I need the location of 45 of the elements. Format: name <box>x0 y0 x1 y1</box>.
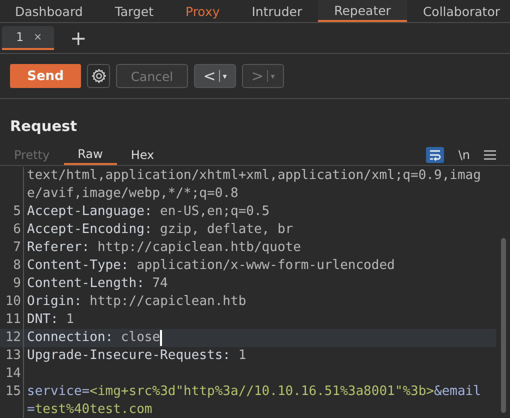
line-number: 15 <box>5 384 21 399</box>
settings-icon <box>90 68 106 84</box>
line-number: 11 <box>5 312 21 327</box>
back-button[interactable]: < ▾ <box>194 64 236 88</box>
view-tab[interactable]: Hex <box>116 145 168 165</box>
nav-tab[interactable]: Target <box>98 0 170 22</box>
line-number: 8 <box>13 258 21 273</box>
line-number: 7 <box>13 240 21 255</box>
line-number: 6 <box>13 222 21 237</box>
code-line: =test%40test.com <box>27 402 152 418</box>
nav-tab[interactable]: Intruder <box>236 0 318 22</box>
line-number: 9 <box>13 276 21 291</box>
add-tab-button[interactable]: + <box>70 28 87 48</box>
code-line: Referer: http://capiclean.htb/quote <box>27 240 301 256</box>
code-line: service=<img+src%3d"http%3a//10.10.16.51%3a8001"%3b>&email <box>27 384 481 400</box>
code-line: Origin: http://capiclean.htb <box>27 294 246 310</box>
code-line: DNT: 1 <box>27 312 74 328</box>
line-number: 10 <box>5 294 21 309</box>
nav-tab[interactable]: Proxy <box>170 0 236 22</box>
request-tab[interactable]: 1 × <box>2 26 54 50</box>
nav-tab[interactable]: Collaborator <box>406 0 510 22</box>
code-line: Accept-Language: en-US,en;q=0.5 <box>27 204 270 220</box>
scrollbar-thumb[interactable] <box>501 238 506 413</box>
code-line: Content-Type: application/x-www-form-urlencoded <box>27 258 395 274</box>
code-line: Upgrade-Insecure-Requests: 1 <box>27 348 246 364</box>
code-line: Accept-Encoding: gzip, deflate, br <box>27 222 294 238</box>
line-number: 14 <box>5 366 21 381</box>
tab-label[interactable]: 1 <box>16 30 24 44</box>
settings-button[interactable] <box>87 64 110 88</box>
line-number: 12 <box>5 330 21 345</box>
nav-tab[interactable]: Repeater <box>318 0 407 22</box>
view-tab[interactable]: Raw <box>64 145 117 165</box>
code-line: Content-Length: 74 <box>27 276 168 292</box>
code-line: Connection: close <box>27 330 160 346</box>
panel-title: Request <box>9 119 78 137</box>
menu-icon[interactable] <box>484 149 496 161</box>
line-number: 13 <box>5 348 21 363</box>
code-line: e/avif,image/webp,*/*;q=0.8 <box>27 186 238 202</box>
nav-tab[interactable]: Dashboard <box>0 0 99 22</box>
line-number: 5 <box>13 204 21 219</box>
text-cursor <box>160 330 162 346</box>
code-line: text/html,application/xhtml+xml,application/xml;q=0.9,imag <box>27 168 481 184</box>
word-wrap-icon[interactable] <box>426 147 444 163</box>
close-icon[interactable]: × <box>34 32 42 42</box>
newline-toggle[interactable]: \n <box>458 148 470 162</box>
